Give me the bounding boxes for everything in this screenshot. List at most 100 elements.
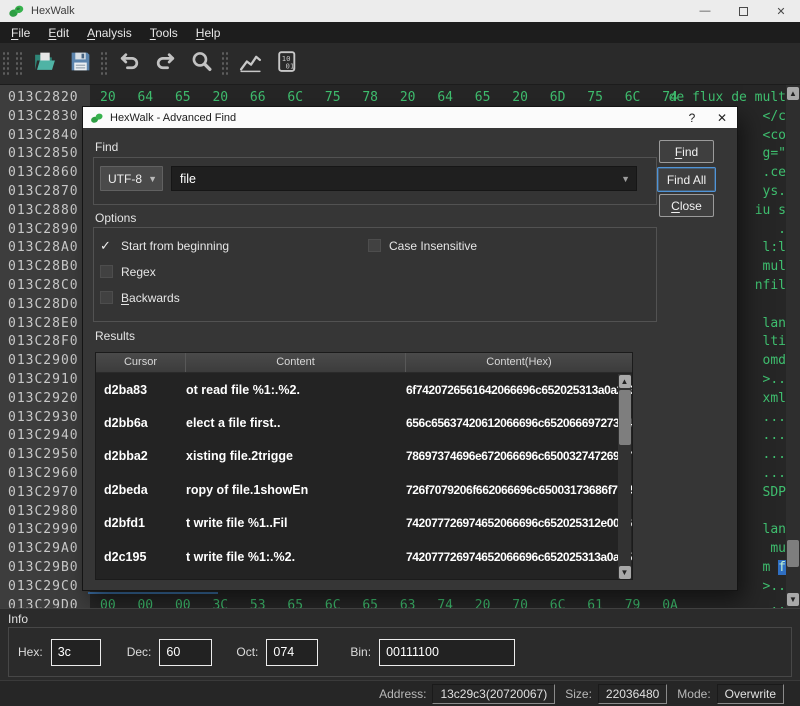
dialog-help-button[interactable]: ? xyxy=(677,107,707,128)
maximize-icon[interactable] xyxy=(724,0,762,22)
hex-address: 013C2880 xyxy=(8,201,79,220)
info-field-bin: Bin: 00111100 xyxy=(350,639,515,666)
info-panel: Info Hex:3cDec:60Oct:074Bin:00111100 xyxy=(0,608,800,680)
column-header-content[interactable]: Content xyxy=(186,353,406,372)
main-scrollbar-thumb[interactable] xyxy=(787,540,799,567)
result-content: elect a file first.. xyxy=(186,416,406,430)
chart-button[interactable] xyxy=(234,48,266,80)
checkbox-label: Case Insensitive xyxy=(389,239,477,253)
result-row[interactable]: d2bedaropy of file.1showEn726f7079206f66… xyxy=(96,473,632,506)
hex-address: 013C2850 xyxy=(8,144,79,163)
result-row[interactable]: d2bfd1t write file %1..Fil74207772697465… xyxy=(96,507,632,540)
result-cursor: d2bb6a xyxy=(96,416,186,430)
encoding-select[interactable]: UTF-8 ▼ xyxy=(100,166,163,191)
result-cursor: d2bfd1 xyxy=(96,516,186,530)
hex-address: 013C28B0 xyxy=(8,257,79,276)
checkbox-label: Backwards xyxy=(121,291,180,305)
checkbox-regex[interactable]: Regex xyxy=(100,264,156,279)
toolbar: 1001 xyxy=(0,43,800,85)
scroll-up-icon[interactable]: ▲ xyxy=(787,87,799,100)
binary-analysis-icon: 1001 xyxy=(274,49,299,79)
dialog-titlebar[interactable]: HexWalk - Advanced Find ? ✕ xyxy=(83,107,737,128)
menu-item-edit[interactable]: Edit xyxy=(39,24,78,42)
hex-address: 013C29C0 xyxy=(8,577,79,596)
column-header-contenthex[interactable]: Content(Hex) xyxy=(406,353,632,372)
result-content-hex: 78697374696e672066696c650032747269676765 xyxy=(406,449,632,463)
binary-analysis-button[interactable]: 1001 xyxy=(270,48,302,80)
checkbox-start-from-beginning[interactable]: ✓Start from beginning xyxy=(100,238,229,253)
hex-address: 013C2990 xyxy=(8,520,79,539)
size-value: 22036480 xyxy=(598,684,667,704)
main-scrollbar[interactable]: ▲ ▼ xyxy=(786,85,800,608)
result-row[interactable]: d2c195t write file %1:.%2.74207772697465… xyxy=(96,540,632,573)
minimize-icon[interactable]: — xyxy=(686,0,724,22)
hex-address: 013C29A0 xyxy=(8,539,79,558)
result-cursor: d2bba2 xyxy=(96,449,186,463)
hex-address: 013C28E0 xyxy=(8,314,79,333)
status-bar: Address: 13c29c3(20720067) Size: 2203648… xyxy=(0,680,800,706)
chart-icon xyxy=(238,49,263,79)
chevron-down-icon[interactable]: ▼ xyxy=(621,174,630,184)
find-section-label: Find xyxy=(95,140,118,154)
result-row[interactable]: d2bba2xisting file.2trigge78697374696e67… xyxy=(96,440,632,473)
chevron-down-icon: ▼ xyxy=(148,174,157,184)
results-scrollbar[interactable]: ▲ ▼ xyxy=(618,374,631,580)
selection-underline xyxy=(88,592,218,594)
info-field-input[interactable]: 074 xyxy=(266,639,318,666)
results-scrollbar-thumb[interactable] xyxy=(619,390,631,445)
search-button[interactable] xyxy=(185,48,217,80)
find-all-button[interactable]: Find All xyxy=(657,167,716,192)
hex-address: 013C28A0 xyxy=(8,238,79,257)
info-field-input[interactable]: 3c xyxy=(51,639,101,666)
size-label: Size: xyxy=(565,687,592,701)
dialog-title: HexWalk - Advanced Find xyxy=(110,112,236,124)
search-input[interactable]: file ▼ xyxy=(171,166,637,191)
result-row[interactable]: d2bb6aelect a file first..656c6563742061… xyxy=(96,406,632,439)
address-value: 13c29c3(20720067) xyxy=(432,684,555,704)
info-field-label: Oct: xyxy=(236,645,258,659)
scroll-down-icon[interactable]: ▼ xyxy=(619,566,631,579)
result-cursor: d2c195 xyxy=(96,550,186,564)
result-content-hex: 742077726974652066696c652025312e0046696c xyxy=(406,516,632,530)
menu-item-analysis[interactable]: Analysis xyxy=(78,24,141,42)
menu-item-file[interactable]: File xyxy=(2,24,39,42)
dialog-close-icon[interactable]: ✕ xyxy=(707,107,737,128)
hex-address: 013C2830 xyxy=(8,107,79,126)
hex-address: 013C2970 xyxy=(8,483,79,502)
checkbox-case-insensitive[interactable]: Case Insensitive xyxy=(368,238,477,253)
window-titlebar: HexWalk — ✕ xyxy=(0,0,800,22)
find-button[interactable]: Find xyxy=(659,140,714,163)
hex-address: 013C2930 xyxy=(8,408,79,427)
hex-bytes-row: 00 00 00 3C 53 65 6C 65 63 74 20 70 6C 6… xyxy=(100,596,678,608)
menu-item-help[interactable]: Help xyxy=(187,24,230,42)
scroll-down-icon[interactable]: ▼ xyxy=(787,593,799,606)
result-content-hex: 656c65637420612066696c652066697273742e2e xyxy=(406,416,632,430)
hex-address: 013C28D0 xyxy=(8,295,79,314)
info-field-label: Bin: xyxy=(350,645,371,659)
address-label: Address: xyxy=(379,687,426,701)
scroll-up-icon[interactable]: ▲ xyxy=(619,375,631,388)
checkbox-backwards[interactable]: Backwards xyxy=(100,290,180,305)
result-row[interactable]: d2c41dto open file..746f206f70656e206669… xyxy=(96,573,632,580)
toolbar-grip[interactable] xyxy=(15,51,22,77)
info-field-input[interactable]: 60 xyxy=(159,639,212,666)
cursor-highlight: f xyxy=(778,560,786,575)
save-button[interactable] xyxy=(64,48,96,80)
info-field-oct: Oct: 074 xyxy=(236,639,318,666)
toolbar-grip[interactable] xyxy=(221,51,228,77)
close-icon[interactable]: ✕ xyxy=(762,0,800,22)
result-cursor: d2beda xyxy=(96,483,186,497)
toolbar-grip[interactable] xyxy=(2,51,9,77)
info-field-input[interactable]: 00111100 xyxy=(379,639,515,666)
redo-button[interactable] xyxy=(149,48,181,80)
close-button[interactable]: Close xyxy=(659,194,714,217)
mode-value: Overwrite xyxy=(717,684,784,704)
column-header-cursor[interactable]: Cursor xyxy=(96,353,186,372)
toolbar-grip[interactable] xyxy=(100,51,107,77)
menu-item-tools[interactable]: Tools xyxy=(141,24,187,42)
result-row[interactable]: d2ba83ot read file %1:.%2.6f742072656164… xyxy=(96,373,632,406)
undo-button[interactable] xyxy=(113,48,145,80)
open-folder-button[interactable] xyxy=(28,48,60,80)
result-content-hex: 726f7079206f662066696c65003173686f77456e xyxy=(406,483,632,497)
hex-address: 013C2860 xyxy=(8,163,79,182)
